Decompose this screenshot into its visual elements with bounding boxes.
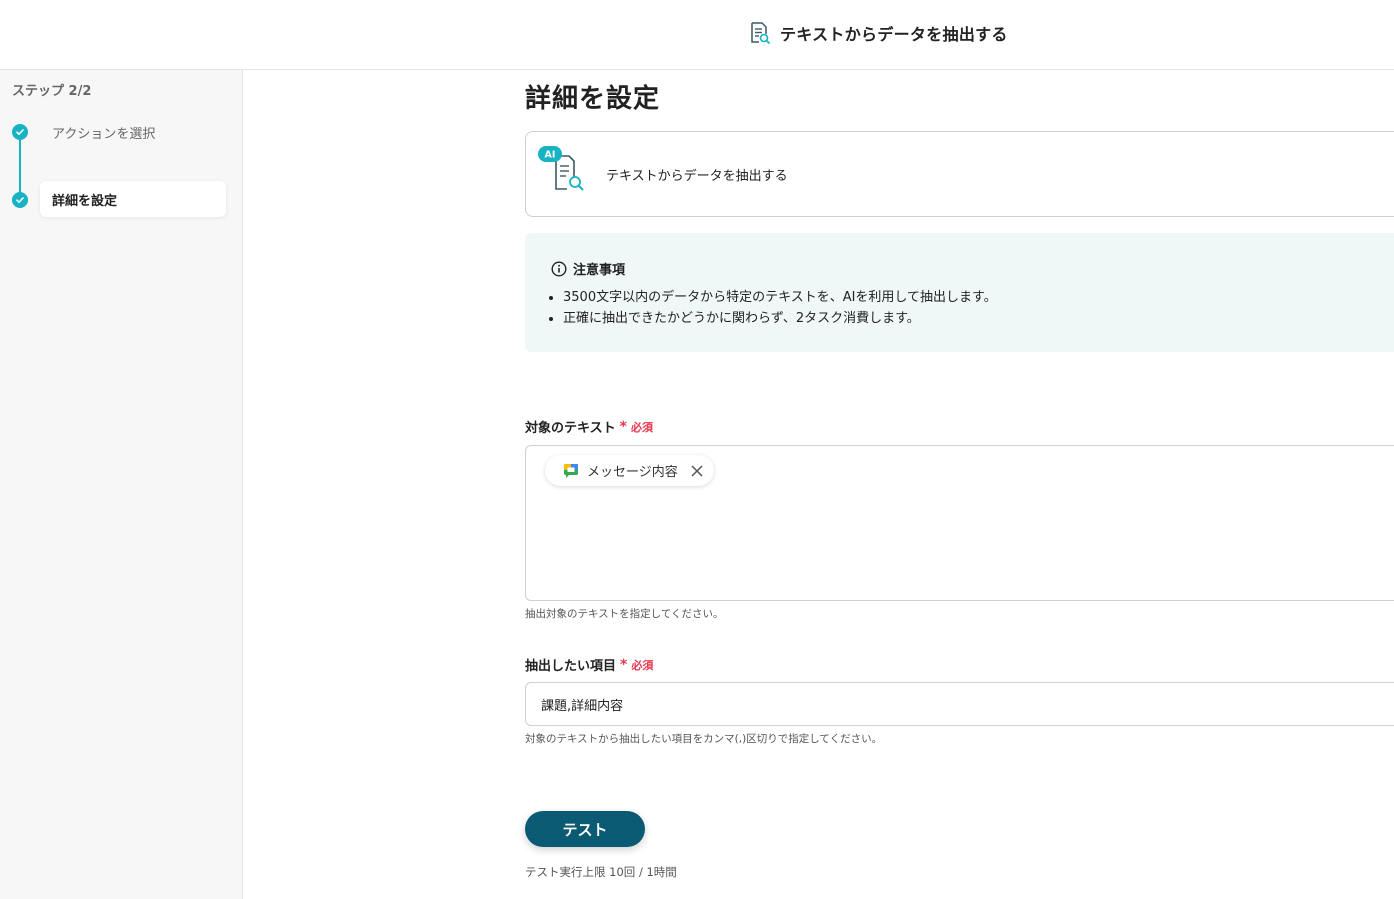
action-card: AI テキストからデータを抽出する — [525, 131, 1394, 217]
main-content: 詳細を設定 AI テキストからデータを抽出する 注意事項 3500文字以内のデー… — [243, 70, 1394, 899]
page-title: 詳細を設定 — [525, 84, 661, 114]
required-badge: 必須 — [630, 420, 653, 434]
notice-title: 注意事項 — [573, 263, 626, 278]
required-badge: 必須 — [631, 658, 654, 672]
ai-extract-icon: AI — [538, 146, 584, 191]
target-text-input[interactable]: メッセージ内容 — [525, 445, 1394, 601]
notice-header: 注意事項 — [551, 259, 625, 278]
variable-chip[interactable]: メッセージ内容 — [545, 455, 714, 486]
extract-items-input[interactable] — [526, 683, 1394, 725]
notice-list: 3500文字以内のデータから特定のテキストを、AIを利用して抽出します。 正確に… — [563, 287, 997, 329]
required-mark: * — [619, 418, 627, 435]
google-chat-icon — [564, 463, 578, 478]
extract-items-label: 抽出したい項目 * 必須 — [525, 655, 654, 675]
target-text-label: 対象のテキスト * 必須 — [525, 417, 653, 437]
step-1-check-icon — [12, 124, 28, 140]
notice-item: 正確に抽出できたかどうかに関わらず、2タスク消費します。 — [563, 308, 997, 329]
info-icon — [551, 260, 567, 277]
notice-box: 注意事項 3500文字以内のデータから特定のテキストを、AIを利用して抽出します… — [525, 233, 1394, 352]
test-button[interactable]: テスト — [525, 811, 645, 847]
sidebar-item-configure-details[interactable]: 詳細を設定 — [40, 181, 226, 217]
extract-items-label-text: 抽出したい項目 — [525, 659, 617, 674]
action-card-label: テキストからデータを抽出する — [606, 169, 788, 184]
sidebar: ステップ 2/2 アクションを選択 詳細を設定 — [0, 70, 243, 899]
app-header: テキストからデータを抽出する — [0, 0, 1394, 70]
header-title-text: テキストからデータを抽出する — [780, 25, 1008, 44]
ai-badge-text: AI — [545, 150, 556, 161]
extract-items-field[interactable] — [525, 682, 1394, 726]
sidebar-item-select-action[interactable]: アクションを選択 — [52, 123, 155, 142]
variable-chip-label: メッセージ内容 — [587, 465, 678, 480]
required-mark: * — [620, 656, 628, 673]
step-count: ステップ 2/2 — [12, 84, 92, 99]
step-2-check-icon — [12, 192, 28, 208]
target-text-help: 抽出対象のテキストを指定してください。 — [525, 608, 724, 620]
close-icon[interactable] — [690, 464, 704, 478]
notice-item: 3500文字以内のデータから特定のテキストを、AIを利用して抽出します。 — [563, 287, 997, 308]
header-title: テキストからデータを抽出する — [749, 20, 1008, 46]
extract-items-help: 対象のテキストから抽出したい項目をカンマ(,)区切りで指定してください。 — [525, 733, 883, 745]
step-connector — [19, 132, 21, 200]
document-search-icon — [751, 22, 771, 45]
target-text-label-text: 対象のテキスト — [525, 421, 616, 436]
test-limit-text: テスト実行上限 10回 / 1時間 — [525, 865, 677, 879]
